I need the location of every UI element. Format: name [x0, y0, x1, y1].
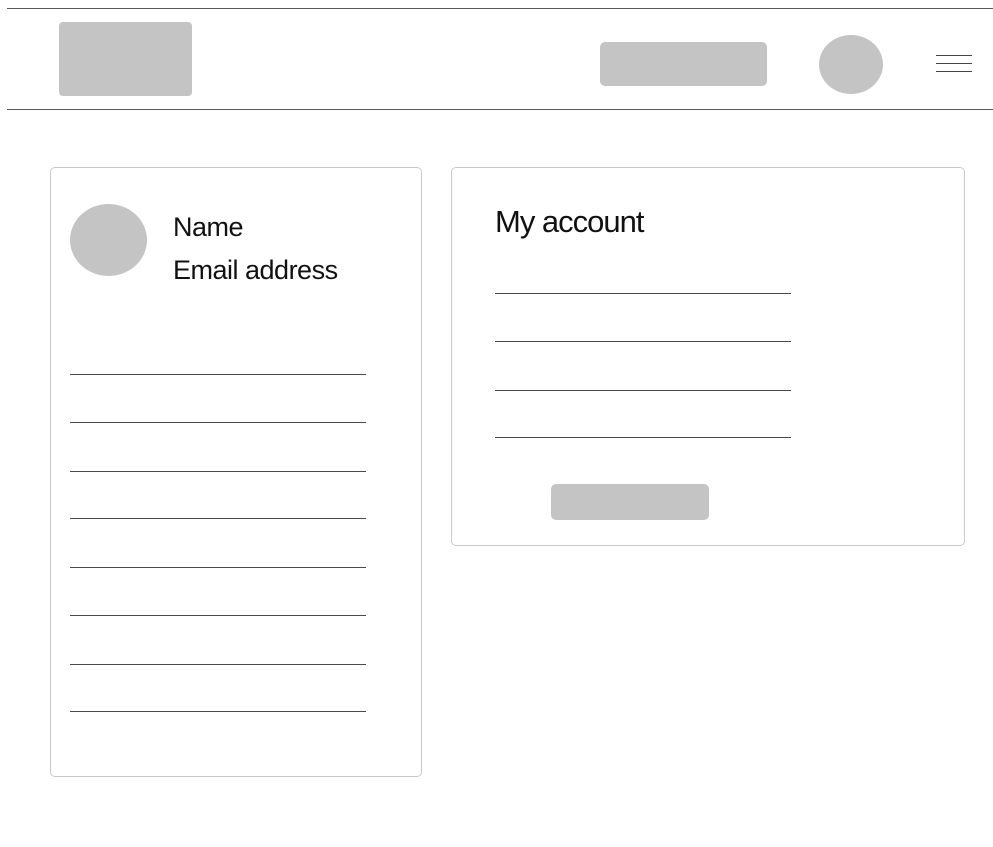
profile-name: Name — [173, 212, 244, 242]
profile-link-item[interactable] — [70, 471, 366, 472]
account-field[interactable] — [495, 341, 791, 342]
header-bar — [7, 8, 993, 110]
account-title: My account — [495, 204, 645, 239]
user-avatar[interactable] — [819, 35, 883, 94]
profile-link-item[interactable] — [70, 615, 366, 616]
header-action-button[interactable] — [600, 42, 767, 86]
menu-icon-bar — [936, 55, 972, 56]
profile-link-item[interactable] — [70, 664, 366, 665]
hamburger-menu-icon[interactable] — [936, 54, 972, 74]
account-card: My account — [451, 167, 965, 546]
profile-card: Name Email address — [50, 167, 422, 777]
profile-link-item[interactable] — [70, 374, 366, 375]
profile-link-item[interactable] — [70, 518, 366, 519]
account-field[interactable] — [495, 390, 791, 391]
profile-email: Email address — [173, 255, 338, 285]
profile-link-item[interactable] — [70, 422, 366, 423]
account-submit-button[interactable] — [551, 484, 709, 520]
account-field[interactable] — [495, 437, 791, 438]
profile-link-item[interactable] — [70, 711, 366, 712]
logo-placeholder[interactable] — [59, 22, 192, 96]
account-field[interactable] — [495, 293, 791, 294]
menu-icon-bar — [936, 71, 972, 72]
profile-avatar — [70, 204, 147, 276]
menu-icon-bar — [936, 63, 972, 64]
profile-link-item[interactable] — [70, 567, 366, 568]
